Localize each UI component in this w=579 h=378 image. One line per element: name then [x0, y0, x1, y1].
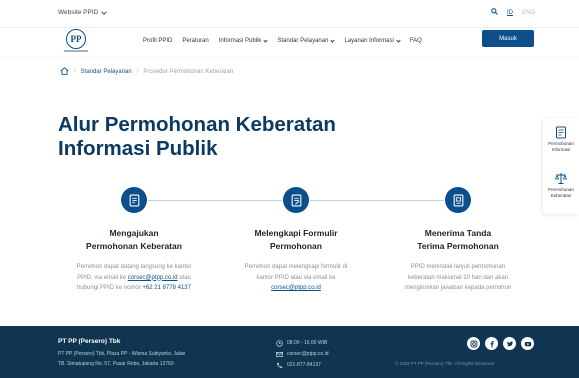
footer-hours: 08.00 - 16.00 WIB — [287, 340, 328, 346]
nav-item-label: Peraturan — [182, 38, 209, 44]
website-selector-label: Website PPID — [58, 9, 99, 16]
home-icon[interactable] — [60, 67, 69, 77]
nav-item-standar-pelayanan[interactable]: Standar Pelayanan — [277, 38, 336, 44]
step-icon-badge — [121, 187, 147, 213]
page-title-line2: Informasi Publik — [58, 137, 218, 160]
chevron-down-icon — [263, 38, 269, 43]
footer-email[interactable]: corsec@ptpp.co.id — [287, 349, 328, 360]
search-icon[interactable] — [491, 8, 498, 17]
footer-address-line1: PT PP (Persero) Tbk, Plaza PP - Wisma Su… — [58, 351, 186, 357]
side-item-label: Informasi — [551, 146, 571, 152]
receipt-icon — [453, 194, 463, 206]
nav-item-label: FAQ — [409, 38, 422, 44]
footer-phone-row: 021-877-84137 — [276, 360, 328, 371]
instagram-icon[interactable] — [467, 337, 480, 350]
nav-item-label: Informasi Publik — [218, 38, 262, 44]
step-desc-text: PPID, via email ke — [77, 274, 128, 281]
footer-address: PT PP (Persero) Tbk, Plaza PP - Wisma Su… — [58, 349, 185, 369]
step-desc-text: atau — [177, 274, 191, 281]
language-eng-link[interactable]: ENG — [522, 10, 535, 16]
nav-item-label: Profil PPID — [143, 38, 173, 44]
breadcrumb-separator: / — [136, 69, 139, 75]
scale-balance-icon — [555, 173, 567, 184]
step-icon-badge — [445, 187, 471, 213]
website-selector[interactable]: Website PPID — [58, 8, 108, 16]
side-item-permohonan-informasi[interactable]: Permohonan Informasi — [543, 126, 579, 152]
form-edit-icon — [291, 194, 301, 206]
nav-item-label: Layanan Informasi — [344, 38, 394, 44]
document-form-icon — [556, 126, 566, 139]
breadcrumb-separator: / — [74, 69, 76, 75]
breadcrumb-standar-pelayanan[interactable]: Standar Pelayanan — [81, 69, 132, 75]
ppid-logo[interactable]: PP — [64, 29, 88, 55]
nav-menu: Profil PPID Peraturan Informasi Publik S… — [143, 38, 422, 44]
step-menerima-tanda-terima: Menerima Tanda Terima Permohonan PPID me… — [363, 187, 553, 294]
language-id-link[interactable]: ID — [507, 10, 513, 16]
footer-contact: 08.00 - 16.00 WIB corsec@ptpp.co.id 021-… — [276, 338, 328, 371]
step-title-line2: Terima Permohonan — [417, 241, 499, 251]
document-icon — [129, 194, 139, 206]
twitter-icon[interactable] — [503, 337, 516, 350]
chevron-down-icon — [330, 38, 336, 43]
footer-copyright: © 2022 PT PP (Persero) Tbk. All Rights R… — [395, 361, 495, 366]
step-description: PPID menindak lanjuti permohonan keberat… — [363, 262, 553, 294]
email-link[interactable]: corsec@ptpp.co.id — [128, 275, 178, 281]
main-navigation: PP Profil PPID Peraturan Informasi Publi… — [0, 28, 579, 56]
nav-item-label: Standar Pelayanan — [277, 38, 329, 44]
chevron-down-icon — [101, 8, 108, 15]
step-title-line1: Menerima Tanda — [424, 228, 492, 238]
step-icon-badge — [283, 187, 309, 213]
mail-icon — [276, 352, 283, 357]
top-bar: Website PPID ID ENG — [0, 0, 579, 28]
footer-phone[interactable]: 021-877-84137 — [287, 360, 321, 371]
nav-item-profil-ppid[interactable]: Profil PPID — [143, 38, 172, 44]
facebook-icon[interactable] — [485, 337, 498, 350]
clock-icon — [276, 340, 283, 347]
phone-icon — [277, 362, 283, 368]
footer: PT PP (Persero) Tbk PT PP (Persero) Tbk,… — [0, 326, 579, 378]
step-desc-line3: mengirimkan jawaban kepada pemohon — [404, 285, 512, 291]
breadcrumb-current: Prosedur Permohonan Keberatan — [143, 69, 234, 75]
step-desc-line2: keberatan maksimal 10 hari dan akan — [407, 274, 509, 281]
logo-subtext-bar — [64, 50, 88, 52]
nav-item-peraturan[interactable]: Peraturan — [182, 38, 208, 44]
email-link[interactable]: corsec@ptpp.co.id — [271, 285, 321, 291]
youtube-icon[interactable] — [521, 337, 534, 350]
logo-emblem: PP — [66, 29, 86, 49]
social-links — [467, 337, 534, 350]
step-title: Menerima Tanda Terima Permohonan — [363, 227, 553, 253]
footer-hours-row: 08.00 - 16.00 WIB — [276, 338, 328, 349]
login-button[interactable]: Masuk — [482, 30, 534, 47]
breadcrumb: / Standar Pelayanan / Prosedur Permohona… — [60, 67, 233, 77]
nav-item-informasi-publik[interactable]: Informasi Publik — [218, 38, 269, 44]
nav-item-layanan-informasi[interactable]: Layanan Informasi — [344, 38, 401, 44]
step-desc-line1: PPID menindak lanjuti permohonan — [410, 264, 506, 270]
footer-company-name: PT PP (Persero) Tbk — [58, 338, 121, 345]
side-item-label: Keberatan — [550, 192, 572, 198]
top-bar-tools: ID ENG — [491, 8, 535, 17]
page-title-line1: Alur Permohonan Keberatan — [58, 113, 336, 136]
nav-item-faq[interactable]: FAQ — [410, 38, 422, 44]
footer-email-row: corsec@ptpp.co.id — [276, 349, 328, 360]
phone-link[interactable]: +62 21 8778 4137 — [142, 285, 191, 291]
chevron-down-icon — [396, 38, 401, 43]
step-desc-text: hubungi PPID ke nomor — [77, 285, 143, 291]
footer-address-line2: TB. Simatupang No. 57, Pasar Rebo, Jakar… — [58, 361, 174, 367]
page-title: Alur Permohonan Keberatan Informasi Publ… — [58, 113, 398, 161]
